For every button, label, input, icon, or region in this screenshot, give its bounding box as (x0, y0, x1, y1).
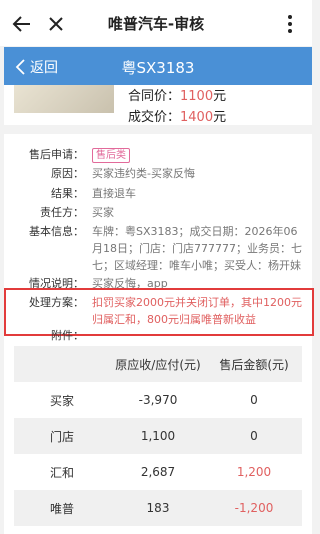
car-summary: 合同价：1100元 成交价：1400元 (4, 85, 312, 125)
row-name: 买家 (49, 393, 74, 408)
row-name: 门店 (49, 429, 74, 444)
responsible-label: 责任方： (40, 206, 84, 219)
deal-price-unit: 元 (213, 110, 227, 125)
contract-price-unit: 元 (213, 89, 227, 104)
plan-label: 处理方案： (29, 296, 84, 309)
deal-price-value: 1400 (180, 110, 214, 125)
row-after: -1,200 (234, 501, 274, 515)
contract-price-value: 1100 (180, 89, 214, 104)
reason-value: 买家违约类-买家反悔 (92, 167, 195, 180)
plan-value: 扣罚买家2000元并关闭订单，其中1200元归属汇和，800元归属唯普新收益 (92, 296, 302, 326)
more-menu-icon[interactable] (278, 12, 302, 36)
basic-info-label: 基本信息： (29, 225, 84, 238)
table-row: 汇和 2,687 1,200 (14, 454, 302, 490)
attachment-label: 附件： (51, 329, 84, 342)
table-header: 售后金额(元) (219, 357, 289, 372)
page-title: 唯普汽车-审核 (107, 15, 205, 33)
table-row: 买家 -3,970 0 (14, 382, 302, 418)
row-name: 汇和 (49, 465, 74, 480)
after-sale-label: 售后申请： (29, 148, 84, 161)
car-image[interactable] (14, 85, 114, 113)
deal-price: 成交价：1400元 (128, 106, 226, 125)
table-row: 唯普 183 -1,200 (14, 490, 302, 526)
row-after: 0 (250, 393, 258, 407)
responsible-value: 买家 (92, 206, 114, 219)
table-header: 原应收/应付(元) (115, 357, 201, 372)
row-orig: 1,100 (140, 429, 176, 443)
row-orig: -3,970 (138, 393, 178, 407)
contract-price-label: 合同价： (128, 89, 181, 104)
table-row: 门店 1,100 0 (14, 418, 302, 454)
row-name: 唯普 (49, 501, 74, 516)
row-orig: 183 (146, 501, 170, 515)
contract-price: 合同价：1100元 (128, 85, 226, 104)
table-header-row: 原应收/应付(元) 售后金额(元) (14, 346, 302, 382)
info-card: 售后申请： 售后类 原因： 买家违约类-买家反悔 结果： 直接退车 责任方： 买… (4, 134, 314, 534)
basic-info-value: 车牌：粤SX3183；成交日期：2026年06月18日；门店：门店777777；… (92, 225, 302, 272)
after-sale-tag: 售后类 (92, 148, 130, 163)
result-value: 直接退车 (92, 187, 136, 200)
plate-title: 粤SX3183 (121, 59, 195, 77)
after-sale-value: 售后类 (92, 146, 304, 163)
result-label: 结果： (51, 187, 84, 200)
deal-price-label: 成交价： (128, 110, 181, 125)
reason-label: 原因： (51, 167, 84, 180)
blue-header: 返回 粤SX3183 (4, 47, 312, 85)
row-orig: 2,687 (140, 465, 176, 479)
row-after: 0 (250, 429, 258, 443)
app-top-bar: 唯普汽车-审核 (0, 0, 312, 46)
row-after: 1,200 (236, 465, 272, 479)
